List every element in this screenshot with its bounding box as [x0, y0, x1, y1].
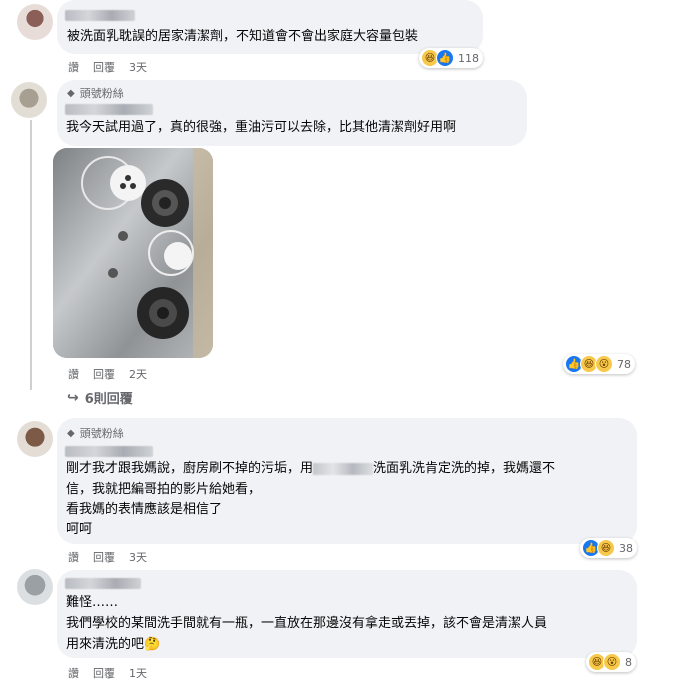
- comment-text: 我今天試用過了，真的很強，重油污可以去除，比其他清潔劑好用啊: [66, 120, 457, 135]
- avatar[interactable]: [17, 4, 53, 40]
- diamond-icon: ◆: [67, 87, 75, 99]
- comment-text-line: 呵呵: [66, 522, 93, 537]
- like-button[interactable]: 讚: [68, 549, 79, 565]
- like-icon: 👍: [436, 49, 454, 67]
- author-name[interactable]: [65, 104, 153, 115]
- comment-actions: 讚 回覆 2天: [68, 366, 147, 382]
- reaction-summary[interactable]: 😆 😮 8: [586, 652, 636, 672]
- reply-arrow-icon: ↪: [67, 389, 79, 406]
- view-replies-button[interactable]: ↪ 6則回覆: [67, 388, 133, 408]
- wow-icon: 😮: [595, 355, 613, 373]
- like-button[interactable]: 讚: [68, 665, 79, 681]
- comment-actions: 讚 回覆 3天: [68, 549, 147, 565]
- reaction-summary[interactable]: 👍 😆 😮 78: [563, 354, 635, 374]
- stove-photo: [53, 148, 213, 358]
- top-fan-badge: ◆ 頭號粉絲: [67, 425, 124, 441]
- redacted-brand: [313, 462, 374, 475]
- comment-text-line: 難怪……: [66, 595, 119, 610]
- author-name[interactable]: [65, 578, 141, 589]
- thread-line: [30, 120, 32, 390]
- avatar[interactable]: [17, 421, 53, 457]
- diamond-icon: ◆: [67, 427, 75, 439]
- avatar[interactable]: [11, 82, 47, 118]
- comment-bubble: 被洗面乳耽誤的居家清潔劑，不知道會不會出家庭大容量包裝: [57, 0, 483, 54]
- reaction-count: 78: [617, 357, 631, 371]
- comment-text-line: 看我媽的表情應該是相信了: [66, 502, 223, 517]
- comment-bubble: ◆ 頭號粉絲 剛才我才跟我媽說，廚房刷不掉的污垢，用 洗面乳洗肯定洗的掉，我媽還不…: [57, 418, 637, 544]
- timestamp[interactable]: 3天: [129, 549, 147, 565]
- reply-button[interactable]: 回覆: [93, 665, 115, 681]
- comment-text-line: 我們學校的某間洗手間就有一瓶，一直放在那邊沒有拿走或丟掉，該不會是清潔人員: [66, 616, 548, 631]
- author-name[interactable]: [65, 446, 153, 457]
- timestamp[interactable]: 3天: [129, 59, 147, 75]
- like-button[interactable]: 讚: [68, 366, 79, 382]
- author-name[interactable]: [65, 10, 135, 21]
- avatar[interactable]: [17, 569, 53, 605]
- comment-text-segment: 剛才我才跟我媽說，廚房刷不掉的污垢，用: [66, 461, 314, 476]
- reaction-count: 38: [619, 541, 633, 555]
- reaction-summary[interactable]: 👍 😆 38: [580, 538, 637, 558]
- reaction-count: 118: [458, 51, 479, 65]
- comment-text-segment: 洗面乳洗肯定洗的掉，我媽還不: [373, 461, 556, 476]
- comment-bubble: 難怪…… 我們學校的某間洗手間就有一瓶，一直放在那邊沒有拿走或丟掉，該不會是清潔…: [57, 570, 637, 658]
- comment-text-line: 用來清洗的吧🤔: [66, 637, 161, 652]
- timestamp[interactable]: 2天: [129, 366, 147, 382]
- comment-text-line: 信，我就把編哥拍的影片給她看，: [66, 482, 262, 497]
- replies-label: 6則回覆: [84, 392, 133, 407]
- badge-label: 頭號粉絲: [79, 87, 124, 100]
- badge-label: 頭號粉絲: [79, 427, 124, 440]
- reaction-summary[interactable]: 😆 👍 118: [419, 48, 483, 68]
- timestamp[interactable]: 1天: [129, 665, 147, 681]
- reply-button[interactable]: 回覆: [93, 549, 115, 565]
- reaction-count: 8: [625, 655, 632, 669]
- comment-bubble: ◆ 頭號粉絲 我今天試用過了，真的很強，重油污可以去除，比其他清潔劑好用啊: [57, 80, 527, 146]
- haha-icon: 😆: [597, 539, 615, 557]
- top-fan-badge: ◆ 頭號粉絲: [67, 85, 124, 101]
- comment-text-line: 剛才我才跟我媽說，廚房刷不掉的污垢，用 洗面乳洗肯定洗的掉，我媽還不: [66, 458, 555, 480]
- reply-button[interactable]: 回覆: [93, 59, 115, 75]
- comment-actions: 讚 回覆 3天: [68, 59, 147, 75]
- like-button[interactable]: 讚: [68, 59, 79, 75]
- reply-button[interactable]: 回覆: [93, 366, 115, 382]
- comment-actions: 讚 回覆 1天: [68, 665, 147, 681]
- attached-photo[interactable]: [53, 148, 213, 358]
- wow-icon: 😮: [603, 653, 621, 671]
- comment-text: 被洗面乳耽誤的居家清潔劑，不知道會不會出家庭大容量包裝: [67, 29, 419, 44]
